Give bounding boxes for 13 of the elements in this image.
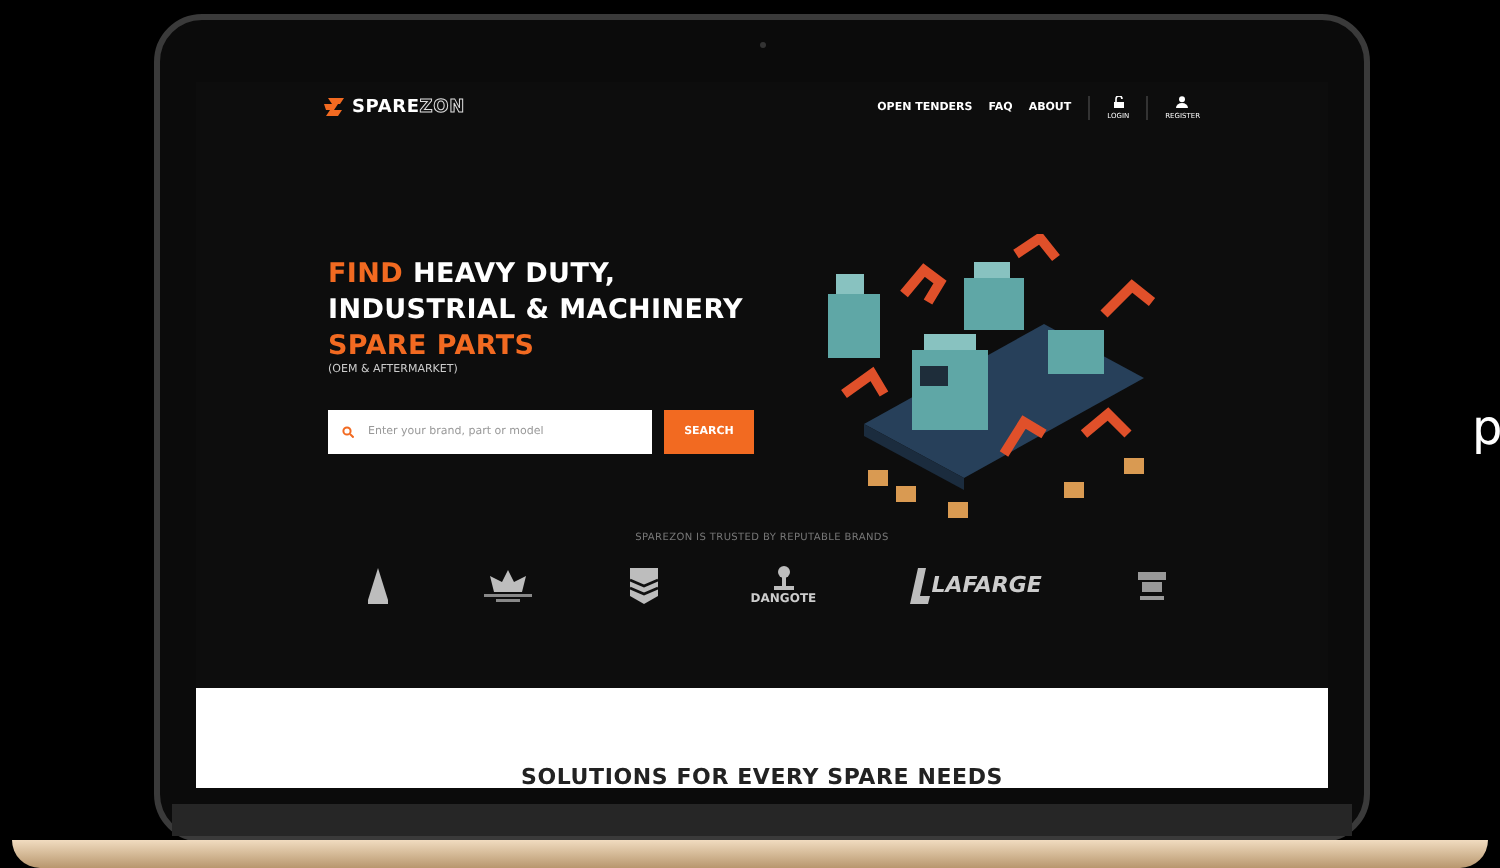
search-icon [342, 425, 354, 438]
lock-icon [1113, 95, 1124, 108]
brand-name: LAFARGE [931, 572, 1042, 599]
user-icon [1176, 95, 1189, 108]
shield-logo-icon [629, 567, 658, 604]
l-logo-icon [909, 567, 930, 604]
section-title: SOLUTIONS FOR EVERY SPARE NEEDS [519, 764, 1005, 789]
logo-icon [324, 98, 346, 117]
bell-logo-icon [367, 567, 387, 604]
hero-heading: FIND HEAVY DUTY, INDUSTRIAL & MACHINERY SPARE PARTS [328, 255, 746, 363]
camera-icon [759, 42, 765, 48]
logo-text[interactable]: SPAREZON [352, 97, 465, 118]
side-text: p [1472, 404, 1500, 452]
